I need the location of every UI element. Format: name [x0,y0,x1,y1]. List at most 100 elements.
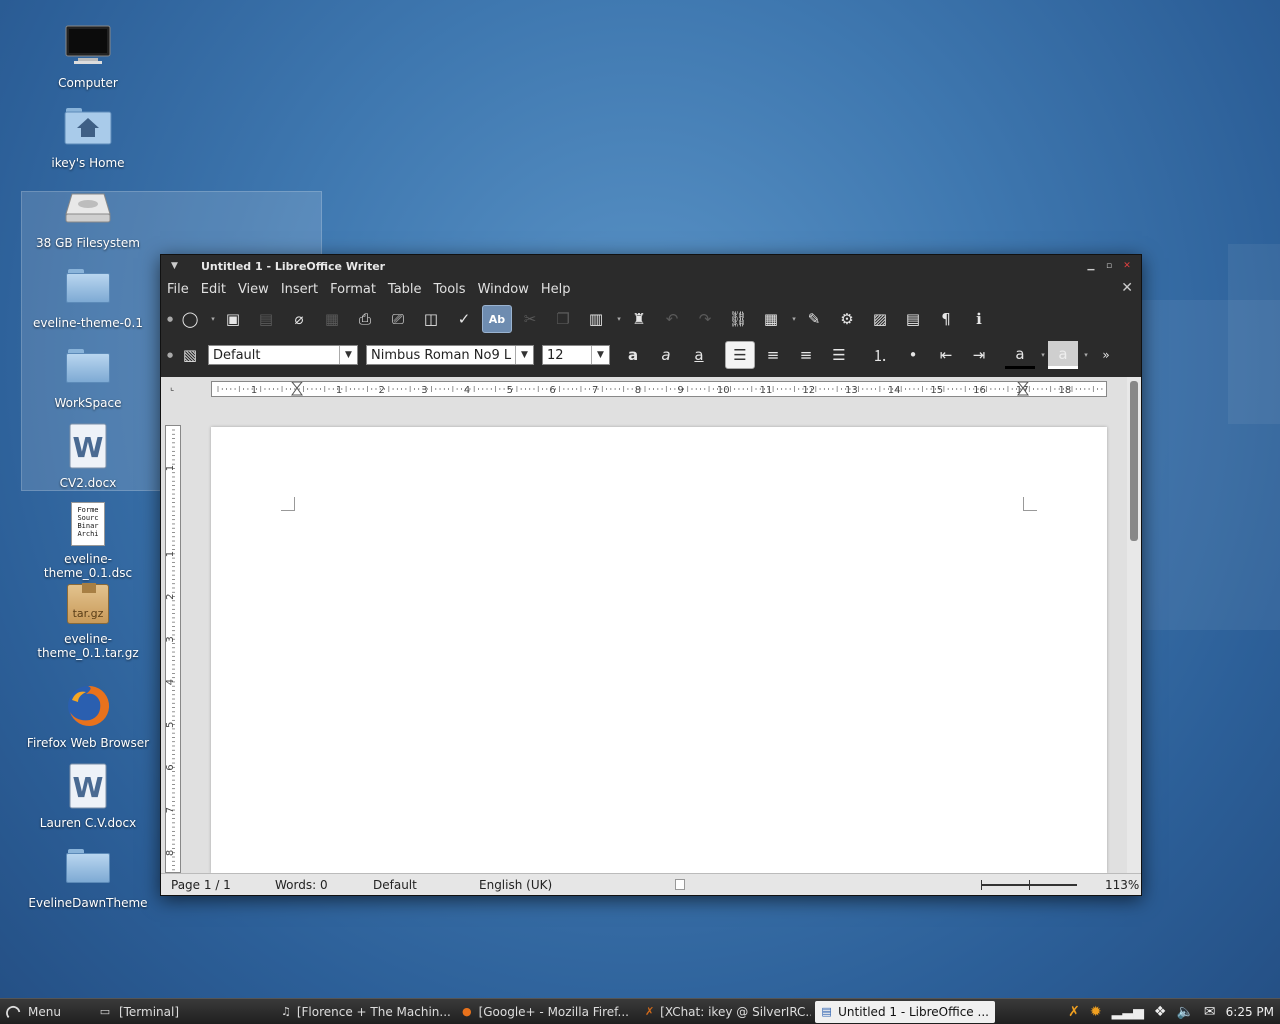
navigator-icon[interactable]: ⚙ [832,305,862,333]
toolbar-overflow-icon[interactable]: » [1091,341,1121,369]
hyperlink-icon[interactable]: ⛓ [723,305,753,333]
chevron-down-icon[interactable]: ▼ [339,346,357,364]
undo-icon[interactable]: ↶ [657,305,687,333]
help-icon[interactable]: ℹ [964,305,994,333]
justify-icon[interactable]: ☰ [824,341,854,369]
export-pdf-icon[interactable]: ⎙ [350,305,380,333]
paragraph-style-select[interactable]: Default ▼ [208,345,358,365]
menu-help[interactable]: Help [541,282,571,297]
desktop-icon-tarball[interactable]: tar.gz eveline-theme_0.1.tar.gz [22,580,154,660]
indent-marker[interactable] [291,382,303,396]
table-dropdown-icon[interactable]: ▾ [789,305,799,333]
desktop-icon-home[interactable]: ikey's Home [22,100,154,180]
spellcheck-icon[interactable]: ✓ [449,305,479,333]
highlight-dropdown-icon[interactable]: ▾ [1081,341,1091,369]
task-writer[interactable]: ▤ Untitled 1 - LibreOffice ... [814,1000,995,1023]
bold-button[interactable]: a [618,341,648,369]
formatting-marks-icon[interactable]: ¶ [931,305,961,333]
autospellcheck-button[interactable]: Ab [482,305,512,333]
close-document-icon[interactable]: ✕ [1121,280,1133,296]
desktop-icon-computer[interactable]: Computer [22,20,154,100]
language[interactable]: English (UK) [479,878,552,892]
toolbar-grip-icon[interactable]: ● [165,341,175,369]
highlight-button[interactable]: a [1048,341,1078,369]
desktop-icon-dsc-file[interactable]: Forme Sourc Binar Archi eveline-theme_0.… [22,500,154,580]
scrollbar-thumb[interactable] [1130,381,1138,541]
tab-type-icon[interactable]: ⌞ [170,383,174,393]
new-document-icon[interactable]: ◯ [175,305,205,333]
desktop-icon-cv2[interactable]: W CV2.docx [22,420,154,500]
redo-icon[interactable]: ↷ [690,305,720,333]
styles-formatting-icon[interactable]: ▧ [175,341,205,369]
menu-insert[interactable]: Insert [281,282,318,297]
task-firefox[interactable]: ● [Google+ - Mozilla Firef... [455,1001,635,1023]
numbering-icon[interactable]: ⒈ [865,341,895,369]
task-terminal[interactable]: ▭ [Terminal] [91,1001,271,1023]
horizontal-ruler[interactable]: 1123456789101112131415161718 [211,381,1107,397]
clone-formatting-icon[interactable]: ♜ [624,305,654,333]
attach-icon[interactable]: ⌀ [284,305,314,333]
clock[interactable]: 6:25 PM [1226,1005,1274,1019]
minimize-icon[interactable]: ▁ [1085,260,1097,272]
draw-functions-icon[interactable]: ✎ [799,305,829,333]
desktop-icon-workspace[interactable]: WorkSpace [22,340,154,420]
font-size-select[interactable]: 12 ▼ [542,345,610,365]
print-preview-icon[interactable]: ◫ [416,305,446,333]
word-count[interactable]: Words: 0 [275,878,328,892]
task-music-player[interactable]: ♫ [Florence + The Machin... [275,1001,451,1023]
edit-file-icon[interactable]: ▦ [317,305,347,333]
zoom-slider[interactable] [981,880,1077,890]
desktop-icon-evelinedawntheme[interactable]: EvelineDawnTheme [22,840,154,920]
menu-format[interactable]: Format [330,282,376,297]
bullets-icon[interactable]: • [898,341,928,369]
window-menu-icon[interactable]: ▼ [171,261,183,271]
weather-sun-icon[interactable]: ✹ [1090,1004,1102,1020]
cut-icon[interactable]: ✂ [515,305,545,333]
zoom-level[interactable]: 113% [1105,878,1139,892]
task-xchat[interactable]: ✗ [XChat: ikey @ SilverIRC... [639,1001,811,1023]
font-name-select[interactable]: Nimbus Roman No9 L ▼ [366,345,534,365]
table-icon[interactable]: ▦ [756,305,786,333]
mail-icon[interactable]: ✉ [1204,1004,1216,1020]
menu-edit[interactable]: Edit [201,282,226,297]
vertical-ruler[interactable]: 1 1 2 3 4 5 6 7 8 [165,425,181,873]
data-sources-icon[interactable]: ▤ [898,305,928,333]
font-color-dropdown-icon[interactable]: ▾ [1038,341,1048,369]
page-style[interactable]: Default [373,878,417,892]
underline-button[interactable]: a [684,341,714,369]
align-left-icon[interactable]: ☰ [725,341,755,369]
save-icon[interactable]: ▤ [251,305,281,333]
close-icon[interactable]: ✕ [1121,260,1133,272]
menu-file[interactable]: File [167,282,189,297]
maximize-icon[interactable]: ▫ [1103,260,1115,272]
menu-view[interactable]: View [238,282,269,297]
paste-icon[interactable]: ▥ [581,305,611,333]
italic-button[interactable]: a [651,341,681,369]
font-color-button[interactable]: a [1005,341,1035,369]
menu-button[interactable]: Menu [0,1001,87,1023]
chevron-down-icon[interactable]: ▼ [515,346,533,364]
new-dropdown-icon[interactable]: ▾ [208,305,218,333]
vertical-scrollbar[interactable] [1127,377,1141,873]
dropbox-icon[interactable]: ❖ [1154,1004,1167,1020]
page-count[interactable]: Page 1 / 1 [171,878,231,892]
align-center-icon[interactable]: ≡ [758,341,788,369]
volume-icon[interactable]: 🔈 [1176,1004,1193,1020]
paste-dropdown-icon[interactable]: ▾ [614,305,624,333]
toolbar-grip-icon[interactable]: ● [165,305,175,333]
align-right-icon[interactable]: ≡ [791,341,821,369]
desktop-icon-lauren-cv[interactable]: W Lauren C.V.docx [22,760,154,840]
open-icon[interactable]: ▣ [218,305,248,333]
gallery-icon[interactable]: ▨ [865,305,895,333]
menu-tools[interactable]: Tools [434,282,466,297]
copy-icon[interactable]: ❐ [548,305,578,333]
decrease-indent-icon[interactable]: ⇤ [931,341,961,369]
chevron-down-icon[interactable]: ▼ [591,346,609,364]
menu-window[interactable]: Window [478,282,529,297]
network-signal-icon[interactable]: ▂▃▅ [1112,1004,1144,1020]
xchat-tray-icon[interactable]: ✗ [1068,1004,1080,1020]
menu-table[interactable]: Table [388,282,422,297]
document-page[interactable] [211,427,1107,873]
print-icon[interactable]: ⎚ [383,305,413,333]
desktop-icon-firefox[interactable]: Firefox Web Browser [22,680,154,760]
